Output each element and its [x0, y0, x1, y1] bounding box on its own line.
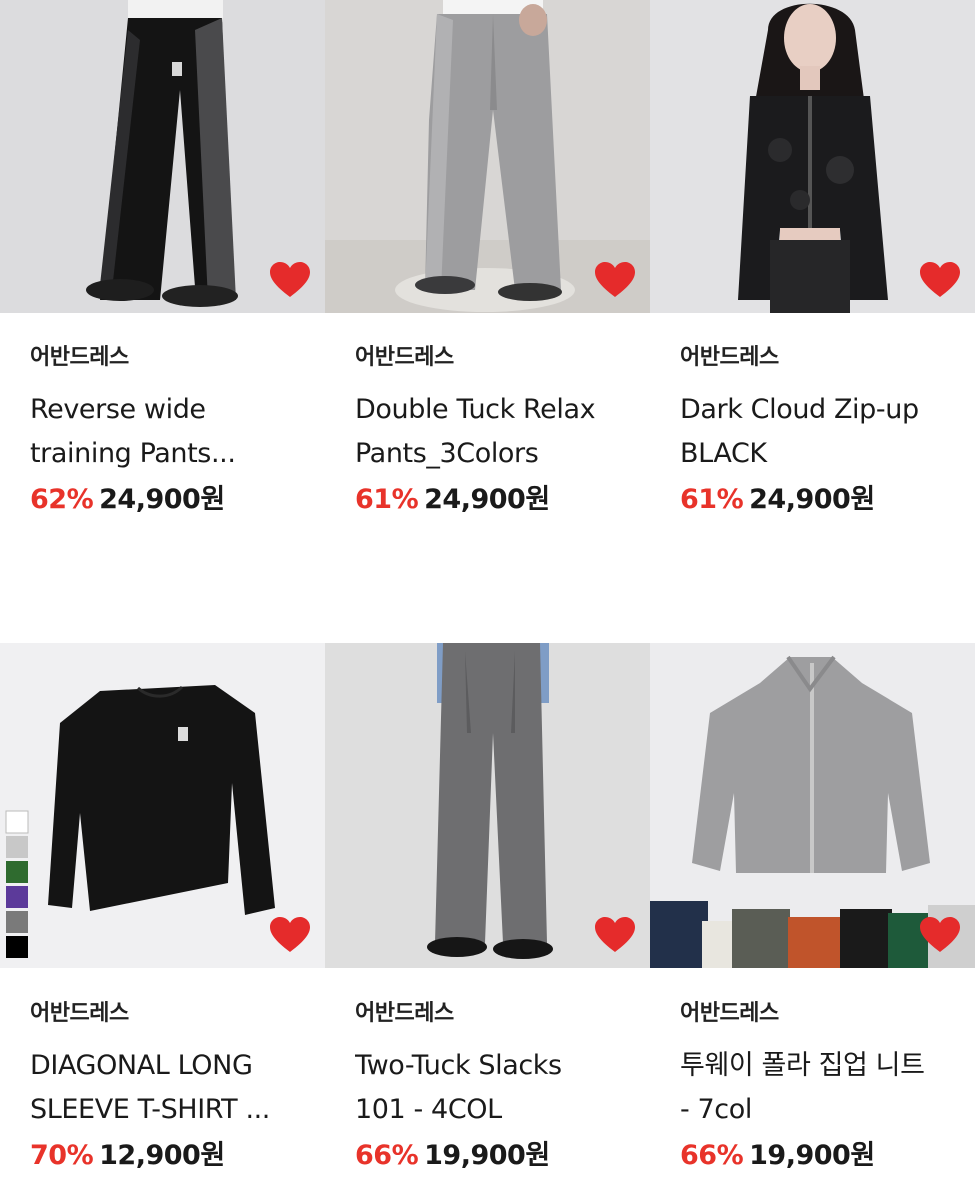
product-name-line1: DIAGONAL LONG [30, 1050, 253, 1081]
product-name-line2: BLACK [680, 438, 767, 469]
product-info: 어반드레스 Two-Tuck Slacks 101 - 4COL 66% 19,9… [325, 968, 650, 1174]
brand-name[interactable]: 어반드레스 [680, 998, 945, 1030]
product-name-line1: 투웨이 폴라 집업 니트 [680, 1050, 925, 1081]
price-row: 61% 24,900원 [355, 482, 620, 518]
sale-price: 12,900원 [99, 1140, 225, 1171]
discount-rate: 66% [680, 1140, 744, 1171]
heart-icon[interactable] [919, 261, 961, 299]
price-row: 66% 19,900원 [680, 1138, 945, 1174]
discount-rate: 61% [355, 484, 419, 515]
product-name-line1: Double Tuck Relax [355, 394, 596, 425]
product-image[interactable] [0, 0, 325, 313]
brand-name[interactable]: 어반드레스 [30, 342, 295, 374]
product-name[interactable]: Double Tuck Relax Pants_3Colors [355, 388, 620, 476]
discount-rate: 61% [680, 484, 744, 515]
product-card[interactable]: 어반드레스 Reverse wide training Pants... 62%… [0, 0, 325, 518]
sale-price: 24,900원 [99, 484, 225, 515]
sale-price: 19,900원 [424, 1140, 550, 1171]
discount-rate: 62% [30, 484, 94, 515]
brand-name[interactable]: 어반드레스 [355, 342, 620, 374]
product-name-line2: Pants_3Colors [355, 438, 539, 469]
product-name-line2: - 7col [680, 1094, 752, 1125]
price-row: 66% 19,900원 [355, 1138, 620, 1174]
product-image[interactable] [325, 0, 650, 313]
product-info: 어반드레스 투웨이 폴라 집업 니트 - 7col 66% 19,900원 [650, 968, 975, 1174]
discount-rate: 70% [30, 1140, 94, 1171]
product-image[interactable] [325, 643, 650, 968]
product-name-line1: Two-Tuck Slacks [355, 1050, 562, 1081]
product-card[interactable]: 어반드레스 투웨이 폴라 집업 니트 - 7col 66% 19,900원 [650, 643, 975, 1174]
product-name[interactable]: 투웨이 폴라 집업 니트 - 7col [680, 1044, 945, 1132]
product-name-line2: 101 - 4COL [355, 1094, 502, 1125]
heart-icon[interactable] [919, 916, 961, 954]
heart-icon[interactable] [269, 261, 311, 299]
heart-icon[interactable] [594, 916, 636, 954]
product-card[interactable]: 어반드레스 DIAGONAL LONG SLEEVE T-SHIRT ... 7… [0, 643, 325, 1174]
product-name-line2: SLEEVE T-SHIRT ... [30, 1094, 270, 1125]
price-row: 62% 24,900원 [30, 482, 295, 518]
product-name-line1: Dark Cloud Zip-up [680, 394, 919, 425]
discount-rate: 66% [355, 1140, 419, 1171]
product-info: 어반드레스 Reverse wide training Pants... 62%… [0, 313, 325, 518]
product-card[interactable]: 어반드레스 Double Tuck Relax Pants_3Colors 61… [325, 0, 650, 518]
product-name[interactable]: Two-Tuck Slacks 101 - 4COL [355, 1044, 620, 1132]
product-card[interactable]: 어반드레스 Dark Cloud Zip-up BLACK 61% 24,900원 [650, 0, 975, 518]
product-name[interactable]: Reverse wide training Pants... [30, 388, 295, 476]
product-info: 어반드레스 DIAGONAL LONG SLEEVE T-SHIRT ... 7… [0, 968, 325, 1174]
product-info: 어반드레스 Double Tuck Relax Pants_3Colors 61… [325, 313, 650, 518]
product-image[interactable] [0, 643, 325, 968]
product-card[interactable]: 어반드레스 Two-Tuck Slacks 101 - 4COL 66% 19,9… [325, 643, 650, 1174]
product-name-line1: Reverse wide [30, 394, 206, 425]
heart-icon[interactable] [594, 261, 636, 299]
price-row: 70% 12,900원 [30, 1138, 295, 1174]
product-name[interactable]: Dark Cloud Zip-up BLACK [680, 388, 945, 476]
brand-name[interactable]: 어반드레스 [355, 998, 620, 1030]
sale-price: 24,900원 [749, 484, 875, 515]
brand-name[interactable]: 어반드레스 [680, 342, 945, 374]
product-name[interactable]: DIAGONAL LONG SLEEVE T-SHIRT ... [30, 1044, 295, 1132]
brand-name[interactable]: 어반드레스 [30, 998, 295, 1030]
price-row: 61% 24,900원 [680, 482, 945, 518]
product-image[interactable] [650, 643, 975, 968]
sale-price: 24,900원 [424, 484, 550, 515]
sale-price: 19,900원 [749, 1140, 875, 1171]
product-image[interactable] [650, 0, 975, 313]
heart-icon[interactable] [269, 916, 311, 954]
product-name-line2: training Pants... [30, 438, 236, 469]
product-info: 어반드레스 Dark Cloud Zip-up BLACK 61% 24,900원 [650, 313, 975, 518]
product-grid: 어반드레스 Reverse wide training Pants... 62%… [0, 0, 975, 1200]
